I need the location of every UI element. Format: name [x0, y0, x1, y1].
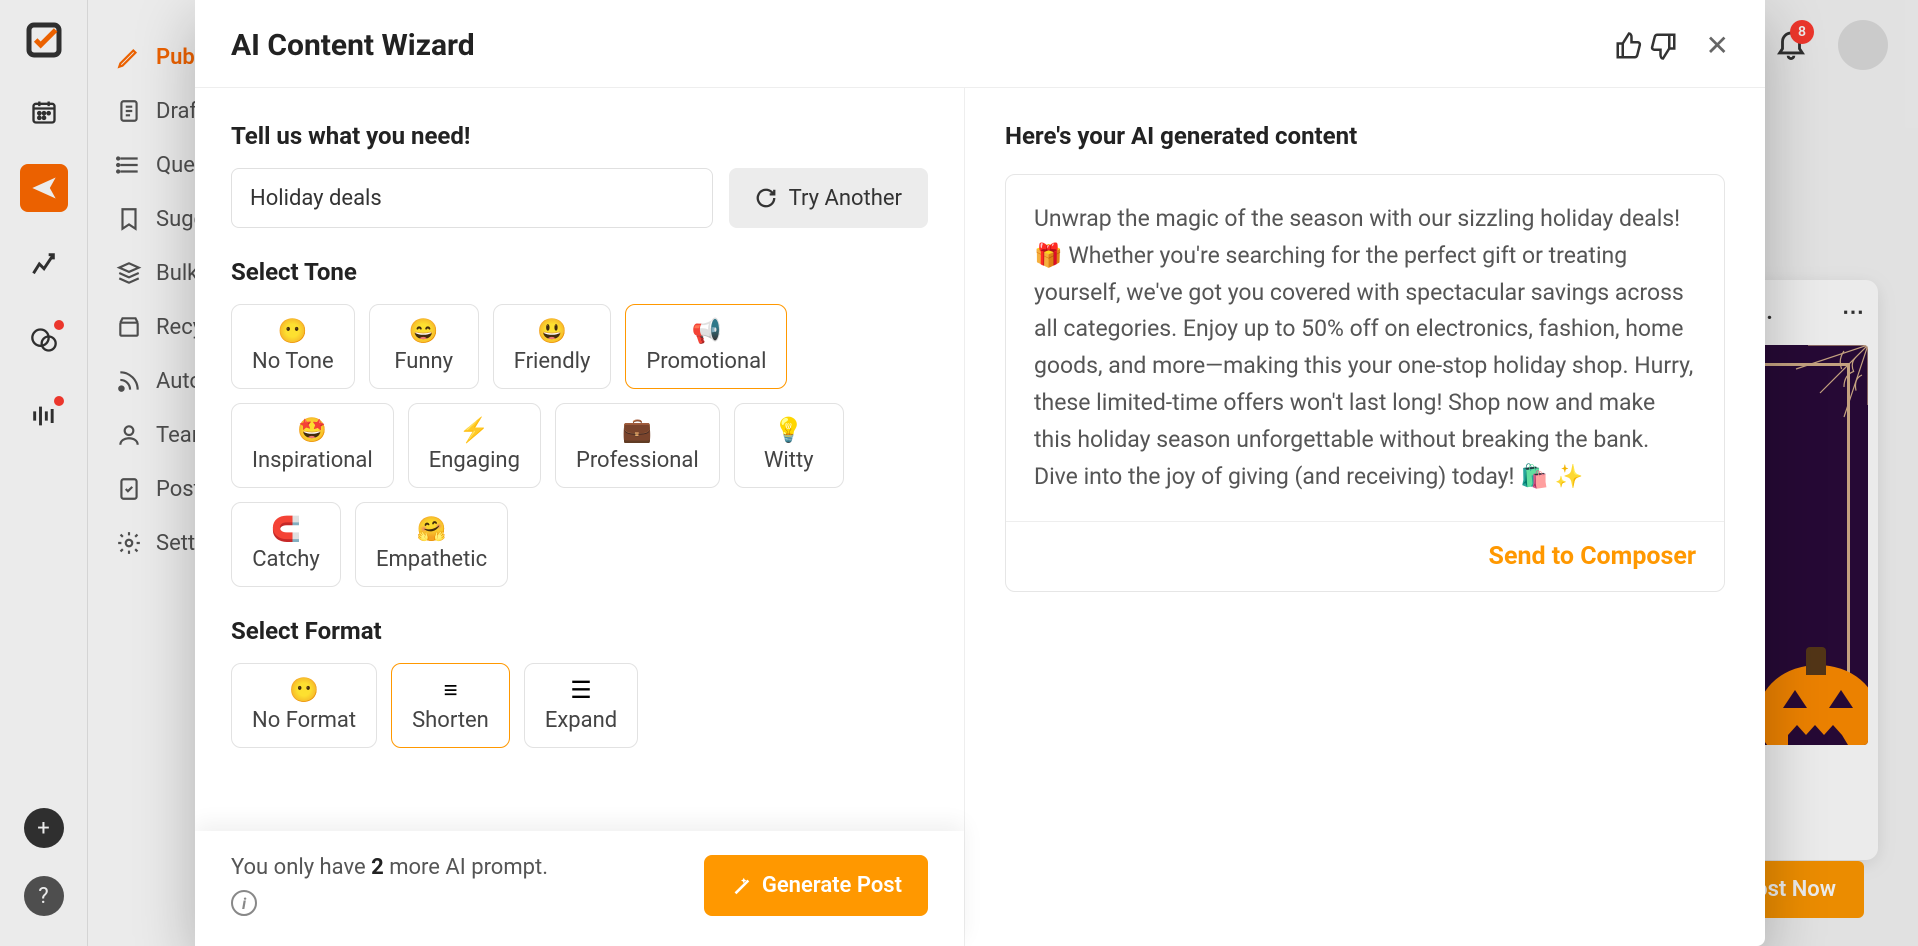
prompt-label: Tell us what you need!	[231, 122, 928, 150]
try-another-label: Try Another	[789, 186, 902, 211]
tone-catchy[interactable]: 🧲 Catchy	[231, 502, 341, 587]
tone-friendly[interactable]: 😃 Friendly	[493, 304, 612, 389]
format-grid: 😶 No Format ≡ Shorten ☰ Expand	[231, 663, 928, 748]
tone-label: Inspirational	[252, 448, 373, 473]
tone-emoji-icon: 😃	[537, 319, 567, 343]
modal-left-panel: Tell us what you need! Try Another Selec…	[195, 88, 965, 946]
send-to-composer-button[interactable]: Send to Composer	[1489, 542, 1696, 571]
tone-inspirational[interactable]: 🤩 Inspirational	[231, 403, 394, 488]
ai-content-wizard-modal: AI Content Wizard ✕ Tell us what you nee…	[195, 0, 1765, 946]
thumbs-up-icon[interactable]	[1614, 31, 1644, 61]
tone-grid: 😶 No Tone 😄 Funny 😃 Friendly 📢 Promotional 🤩 Insp…	[231, 304, 928, 587]
modal-title: AI Content Wizard	[231, 28, 475, 63]
info-icon[interactable]: i	[231, 890, 257, 916]
format-label: Expand	[545, 708, 617, 733]
tone-label: Friendly	[514, 349, 591, 374]
modal-footer: You only have 2 more AI prompt. i Genera…	[195, 831, 964, 946]
tone-label: Promotional	[646, 349, 766, 374]
tone-label: Witty	[764, 448, 814, 473]
format-shorten[interactable]: ≡ Shorten	[391, 663, 510, 748]
tone-emoji-icon: 📢	[691, 319, 721, 343]
generate-post-button[interactable]: Generate Post	[704, 855, 928, 916]
tone-label: Funny	[394, 349, 453, 374]
modal-header: AI Content Wizard ✕	[195, 0, 1765, 88]
tone-engaging[interactable]: ⚡ Engaging	[408, 403, 541, 488]
generated-content: Unwrap the magic of the season with our …	[1006, 175, 1724, 521]
tone-label: Catchy	[252, 547, 320, 572]
format-section-label: Select Format	[231, 617, 928, 645]
tone-professional[interactable]: 💼 Professional	[555, 403, 720, 488]
tone-no-tone[interactable]: 😶 No Tone	[231, 304, 355, 389]
tone-funny[interactable]: 😄 Funny	[369, 304, 479, 389]
tone-section-label: Select Tone	[231, 258, 928, 286]
tone-emoji-icon: 💡	[774, 418, 804, 442]
tone-label: Empathetic	[376, 547, 487, 572]
wand-icon	[730, 875, 752, 897]
tone-witty[interactable]: 💡 Witty	[734, 403, 844, 488]
format-label: Shorten	[412, 708, 489, 733]
tone-label: Professional	[576, 448, 699, 473]
prompt-input[interactable]	[231, 168, 713, 228]
tone-emoji-icon: 💼	[622, 418, 652, 442]
result-box: Unwrap the magic of the season with our …	[1005, 174, 1725, 592]
format-emoji-icon: 😶	[289, 678, 319, 702]
tone-emoji-icon: 😶	[278, 319, 308, 343]
prompt-quota-text: You only have 2 more AI prompt. i	[231, 855, 548, 916]
refresh-icon	[755, 187, 777, 209]
tone-emoji-icon: ⚡	[459, 418, 489, 442]
format-label: No Format	[252, 708, 356, 733]
tone-emoji-icon: 🤗	[417, 517, 447, 541]
try-another-button[interactable]: Try Another	[729, 168, 928, 228]
generate-label: Generate Post	[762, 873, 902, 898]
tone-emoji-icon: 🧲	[271, 517, 301, 541]
thumbs-down-icon[interactable]	[1648, 31, 1678, 61]
modal-right-panel: Here's your AI generated content Unwrap …	[965, 88, 1765, 946]
format-emoji-icon: ≡	[443, 678, 457, 702]
result-label: Here's your AI generated content	[1005, 122, 1725, 150]
tone-emoji-icon: 🤩	[297, 418, 327, 442]
tone-label: Engaging	[429, 448, 520, 473]
close-icon[interactable]: ✕	[1706, 29, 1729, 62]
tone-label: No Tone	[252, 349, 334, 374]
format-no-format[interactable]: 😶 No Format	[231, 663, 377, 748]
tone-promotional[interactable]: 📢 Promotional	[625, 304, 787, 389]
tone-emoji-icon: 😄	[409, 319, 439, 343]
format-expand[interactable]: ☰ Expand	[524, 663, 638, 748]
format-emoji-icon: ☰	[570, 678, 592, 702]
feedback-thumbs	[1614, 31, 1678, 61]
tone-empathetic[interactable]: 🤗 Empathetic	[355, 502, 508, 587]
